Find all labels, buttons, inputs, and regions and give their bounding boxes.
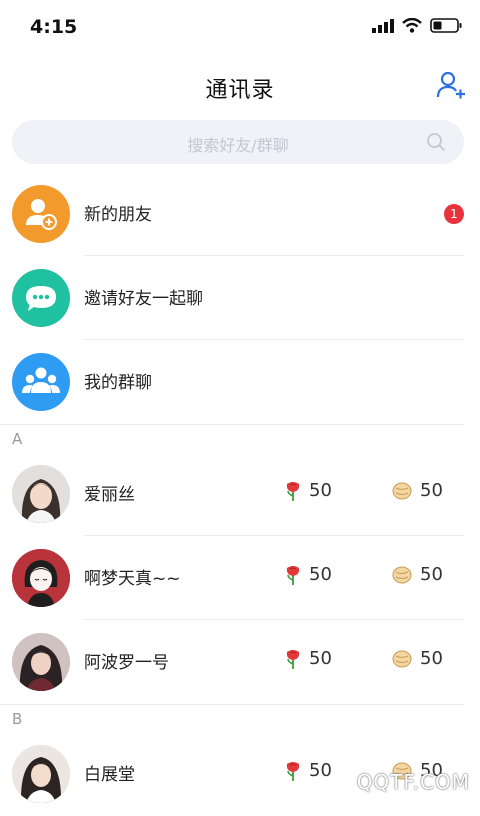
rose-count: 50 [309,480,332,501]
contact-name: 啊梦天真~~ [84,569,181,589]
new-friends-badge: 1 [444,204,464,224]
bun-stat: 50 [392,648,443,669]
avatar [12,465,70,523]
search-placeholder: 搜索好友/群聊 [187,136,289,155]
search-icon [427,133,446,152]
wifi-icon [402,18,422,33]
rose-stat: 50 [285,648,332,669]
bun-icon [392,650,412,667]
search-bar[interactable]: 搜索好友/群聊 [12,120,464,164]
bun-stat: 50 [392,564,443,585]
contact-name: 白展堂 [84,765,135,785]
signal-icon [372,18,394,33]
watermark: QQTF.COM [356,770,470,794]
rose-stat: 50 [285,760,332,781]
invite-friends-label: 邀请好友一起聊 [84,289,203,309]
bun-count: 50 [420,480,443,501]
section-letter: B [12,710,23,728]
bun-icon [392,566,412,583]
rose-icon [286,481,300,501]
contact-row[interactable]: 阿波罗一号 50 50 [0,620,480,704]
rose-icon [286,761,300,781]
status-bar: 4:15 [0,0,480,56]
contact-name: 爱丽丝 [84,485,135,505]
section-letter: A [12,430,23,448]
rose-stat: 50 [285,564,332,585]
status-icons [372,18,462,33]
avatar [12,745,70,803]
invite-friends-row[interactable]: 邀请好友一起聊 [0,256,480,340]
rose-count: 50 [309,648,332,669]
contact-row[interactable]: 啊梦天真~~ 50 50 [0,536,480,620]
nav-header: 通讯录 [0,62,480,112]
divider [0,424,464,425]
avatar [12,549,70,607]
section-header-a: A [0,424,480,454]
divider [0,704,464,705]
new-friends-label: 新的朋友 [84,205,152,225]
new-friends-icon [12,185,70,243]
page-title: 通讯录 [205,78,275,103]
section-header-b: B [0,704,480,734]
group-icon [12,353,70,411]
my-groups-label: 我的群聊 [84,373,152,393]
rose-count: 50 [309,564,332,585]
bun-count: 50 [420,564,443,585]
rose-count: 50 [309,760,332,781]
bun-stat: 50 [392,480,443,501]
new-friends-row[interactable]: 新的朋友 1 [0,172,480,256]
bun-count: 50 [420,648,443,669]
bun-icon [392,482,412,499]
status-time: 4:15 [30,16,78,38]
rose-icon [286,565,300,585]
my-groups-row[interactable]: 我的群聊 [0,340,480,424]
battery-icon [430,18,462,33]
contact-row[interactable]: 爱丽丝 50 50 [0,452,480,536]
contact-name: 阿波罗一号 [84,653,169,673]
avatar [12,633,70,691]
rose-stat: 50 [285,480,332,501]
rose-icon [286,649,300,669]
chat-bubble-icon [12,269,70,327]
add-contact-icon[interactable] [436,70,466,100]
